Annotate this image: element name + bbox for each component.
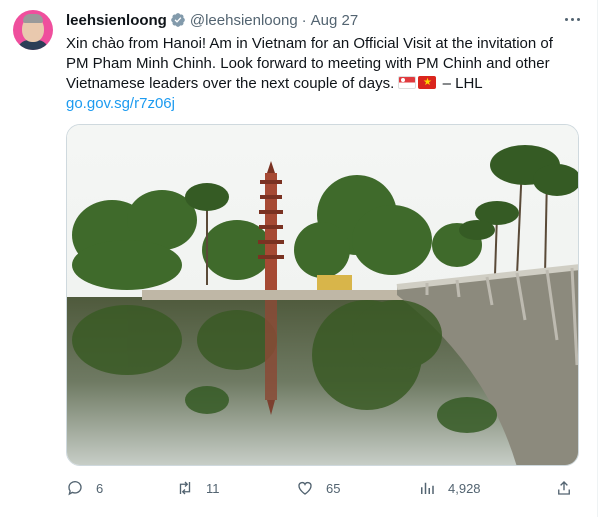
- singapore-flag-icon: [398, 76, 417, 89]
- separator-dot: ·: [301, 11, 307, 29]
- tweet-text: Xin chào from Hanoi! Am in Vietnam for a…: [66, 34, 586, 114]
- tweet-header: leehsienloong @leehsienloong · Aug 27: [66, 10, 358, 30]
- tweet-text-line-3-wrap: Vietnamese leaders over the next couple …: [66, 74, 586, 94]
- repost-count: 11: [206, 480, 220, 496]
- tweet-photo[interactable]: [66, 124, 579, 466]
- verified-badge-icon: [171, 13, 185, 27]
- share-icon: [558, 481, 570, 495]
- share-button[interactable]: [555, 478, 573, 498]
- views-icon: [421, 482, 434, 494]
- repost-button[interactable]: 11: [176, 478, 220, 498]
- reply-icon: [68, 481, 82, 496]
- like-icon: [298, 481, 312, 495]
- author-name[interactable]: leehsienloong: [66, 12, 167, 29]
- more-icon[interactable]: [562, 9, 582, 29]
- like-count: 65: [326, 480, 341, 496]
- like-button[interactable]: 65: [296, 478, 340, 498]
- tweet-text-line-3: Vietnamese leaders over the next couple …: [66, 75, 395, 92]
- tweet-signature: – LHL: [438, 75, 483, 92]
- tweet-actions: 6 11 65 4,928: [66, 478, 586, 498]
- tweet-date[interactable]: Aug 27: [311, 12, 359, 29]
- views-button[interactable]: 4,928: [418, 478, 481, 498]
- vietnam-flag-icon: [418, 76, 437, 89]
- avatar[interactable]: [13, 10, 53, 50]
- author-handle[interactable]: @leehsienloong: [190, 12, 298, 29]
- reply-count: 6: [96, 480, 104, 496]
- tweet-text-line-2: PM Pham Minh Chinh. Look forward to meet…: [66, 55, 550, 72]
- views-count: 4,928: [448, 480, 481, 496]
- tweet-text-line-1: Xin chào from Hanoi! Am in Vietnam for a…: [66, 35, 553, 52]
- tweet[interactable]: leehsienloong @leehsienloong · Aug 27 Xi…: [0, 0, 598, 517]
- photo-tran-quoc-pagoda: [67, 125, 578, 465]
- reply-button[interactable]: 6: [66, 478, 103, 498]
- tweet-link[interactable]: go.gov.sg/r7z06j: [66, 95, 175, 112]
- repost-icon: [179, 481, 191, 495]
